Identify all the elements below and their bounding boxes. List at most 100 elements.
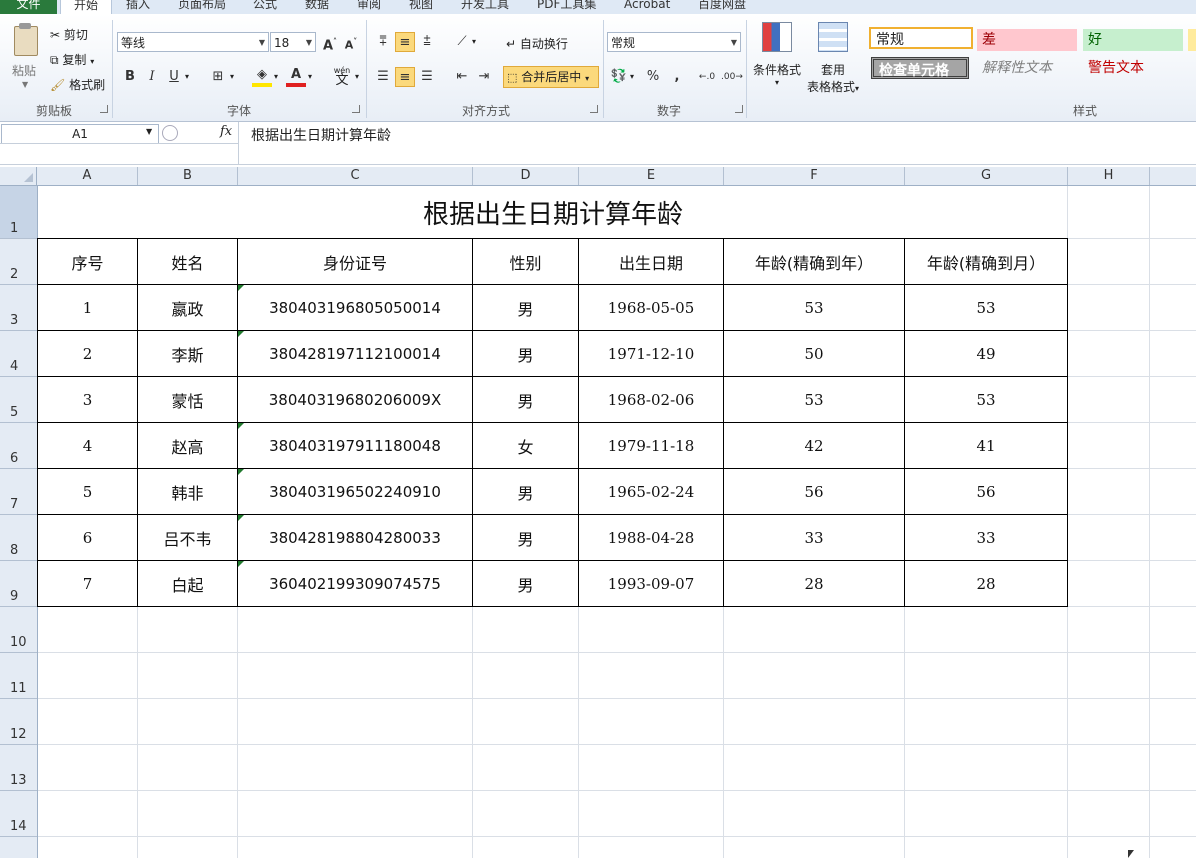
font-size-select[interactable]: 18 ▼: [270, 32, 316, 52]
shrink-font-icon[interactable]: A˅: [341, 32, 361, 52]
header-cell-age-year[interactable]: 年龄(精确到年）: [724, 239, 904, 284]
column-header-a[interactable]: A: [37, 167, 138, 185]
table-cell[interactable]: 1979-11-18: [579, 423, 723, 468]
number-format-select[interactable]: 常规 ▼: [607, 32, 741, 52]
style-warning[interactable]: 警告文本: [1083, 57, 1183, 79]
table-cell[interactable]: 6: [38, 515, 137, 560]
table-cell[interactable]: 3: [38, 377, 137, 422]
font-color-icon[interactable]: A: [286, 67, 306, 87]
table-cell[interactable]: 56: [724, 469, 904, 514]
format-as-table-button[interactable]: 套用 表格格式▾: [805, 22, 861, 100]
font-name-select[interactable]: 等线 ▼: [117, 32, 269, 52]
column-header-f[interactable]: F: [724, 167, 905, 185]
tab-view[interactable]: 视图: [409, 0, 433, 14]
table-cell[interactable]: 1968-05-05: [579, 285, 723, 330]
number-launcher-icon[interactable]: [735, 105, 743, 113]
table-cell[interactable]: 380428197112100014: [238, 331, 472, 376]
border-icon[interactable]: ⊞: [208, 67, 228, 87]
insert-function-icon[interactable]: fx: [220, 124, 232, 139]
percent-icon[interactable]: %: [643, 67, 663, 87]
table-cell[interactable]: 男: [473, 469, 578, 514]
row-header-13[interactable]: 13: [0, 745, 37, 791]
table-cell[interactable]: 38040319680206009X: [238, 377, 472, 422]
table-cell[interactable]: 1988-04-28: [579, 515, 723, 560]
table-cell[interactable]: 380403197911180048: [238, 423, 472, 468]
header-cell-id-number[interactable]: 身份证号: [238, 239, 472, 284]
italic-icon[interactable]: I: [142, 67, 162, 87]
column-header-e[interactable]: E: [579, 167, 724, 185]
phonetic-dropdown-icon[interactable]: ▾: [355, 72, 359, 81]
table-cell[interactable]: 53: [724, 377, 904, 422]
font-color-dropdown-icon[interactable]: ▾: [308, 72, 312, 81]
error-indicator-icon[interactable]: [238, 331, 244, 337]
table-cell[interactable]: 360402199309074575: [238, 561, 472, 606]
style-check-cell[interactable]: 检查单元格: [871, 57, 969, 79]
column-header-d[interactable]: D: [473, 167, 579, 185]
table-cell[interactable]: 380403196805050014: [238, 285, 472, 330]
align-right-icon[interactable]: ☰: [417, 67, 437, 87]
table-cell[interactable]: 380403196502240910: [238, 469, 472, 514]
cut-button[interactable]: ✂ 剪切: [50, 26, 88, 43]
tab-home[interactable]: 开始: [60, 0, 112, 14]
table-cell[interactable]: 33: [905, 515, 1067, 560]
table-cell[interactable]: 男: [473, 285, 578, 330]
tab-acrobat[interactable]: Acrobat: [624, 0, 670, 14]
table-cell[interactable]: 7: [38, 561, 137, 606]
table-cell[interactable]: 1: [38, 285, 137, 330]
table-cell[interactable]: 男: [473, 331, 578, 376]
style-neutral[interactable]: [1188, 29, 1196, 51]
header-cell-birthdate[interactable]: 出生日期: [579, 239, 723, 284]
table-cell[interactable]: 女: [473, 423, 578, 468]
clipboard-launcher-icon[interactable]: [100, 105, 108, 113]
row-header-5[interactable]: 5: [0, 377, 37, 423]
table-cell[interactable]: 男: [473, 515, 578, 560]
sheet-title-cell[interactable]: 根据出生日期计算年龄: [38, 186, 1068, 238]
table-cell[interactable]: 5: [38, 469, 137, 514]
row-header-7[interactable]: 7: [0, 469, 37, 515]
table-cell[interactable]: 49: [905, 331, 1067, 376]
header-cell-gender[interactable]: 性别: [473, 239, 578, 284]
currency-icon[interactable]: 💱: [609, 67, 629, 87]
row-header-14[interactable]: 14: [0, 791, 37, 837]
table-cell[interactable]: 28: [724, 561, 904, 606]
conditional-format-button[interactable]: 条件格式 ▾: [752, 22, 802, 100]
align-left-icon[interactable]: ☰: [373, 67, 393, 87]
table-cell[interactable]: 吕不韦: [138, 515, 237, 560]
align-bottom-icon[interactable]: ⩲: [417, 32, 437, 52]
wrap-text-button[interactable]: ↵ 自动换行: [506, 35, 568, 52]
error-indicator-icon[interactable]: [238, 561, 244, 567]
row-header-9[interactable]: 9: [0, 561, 37, 607]
column-header-h[interactable]: H: [1068, 167, 1150, 185]
style-good[interactable]: 好: [1083, 29, 1183, 51]
tab-insert[interactable]: 插入: [126, 0, 150, 14]
row-header-2[interactable]: 2: [0, 239, 37, 285]
tab-baidu-netdisk[interactable]: 百度网盘: [698, 0, 746, 14]
table-cell[interactable]: 李斯: [138, 331, 237, 376]
border-dropdown-icon[interactable]: ▾: [230, 72, 234, 81]
table-cell[interactable]: 蒙恬: [138, 377, 237, 422]
currency-dropdown-icon[interactable]: ▾: [630, 72, 634, 81]
column-header-g[interactable]: G: [905, 167, 1068, 185]
comma-style-icon[interactable]: ,: [667, 67, 687, 87]
row-header-3[interactable]: 3: [0, 285, 37, 331]
table-cell[interactable]: 男: [473, 561, 578, 606]
table-cell[interactable]: 1968-02-06: [579, 377, 723, 422]
font-launcher-icon[interactable]: [352, 105, 360, 113]
tab-review[interactable]: 审阅: [357, 0, 381, 14]
expand-formula-icon[interactable]: [162, 125, 178, 141]
row-header-6[interactable]: 6: [0, 423, 37, 469]
row-header-12[interactable]: 12: [0, 699, 37, 745]
header-cell-name[interactable]: 姓名: [138, 239, 237, 284]
format-painter-button[interactable]: 🖌 格式刷: [50, 76, 105, 93]
style-explanatory[interactable]: 解释性文本: [977, 57, 1077, 79]
fill-color-dropdown-icon[interactable]: ▾: [274, 72, 278, 81]
name-box-dropdown-icon[interactable]: ▼: [146, 127, 152, 136]
style-normal[interactable]: 常规: [869, 27, 973, 49]
table-cell[interactable]: 1993-09-07: [579, 561, 723, 606]
underline-icon[interactable]: U: [164, 67, 184, 87]
column-header-c[interactable]: C: [238, 167, 473, 185]
style-bad[interactable]: 差: [977, 29, 1077, 51]
error-indicator-icon[interactable]: [238, 423, 244, 429]
row-header-11[interactable]: 11: [0, 653, 37, 699]
fill-color-icon[interactable]: ◈: [252, 67, 272, 87]
